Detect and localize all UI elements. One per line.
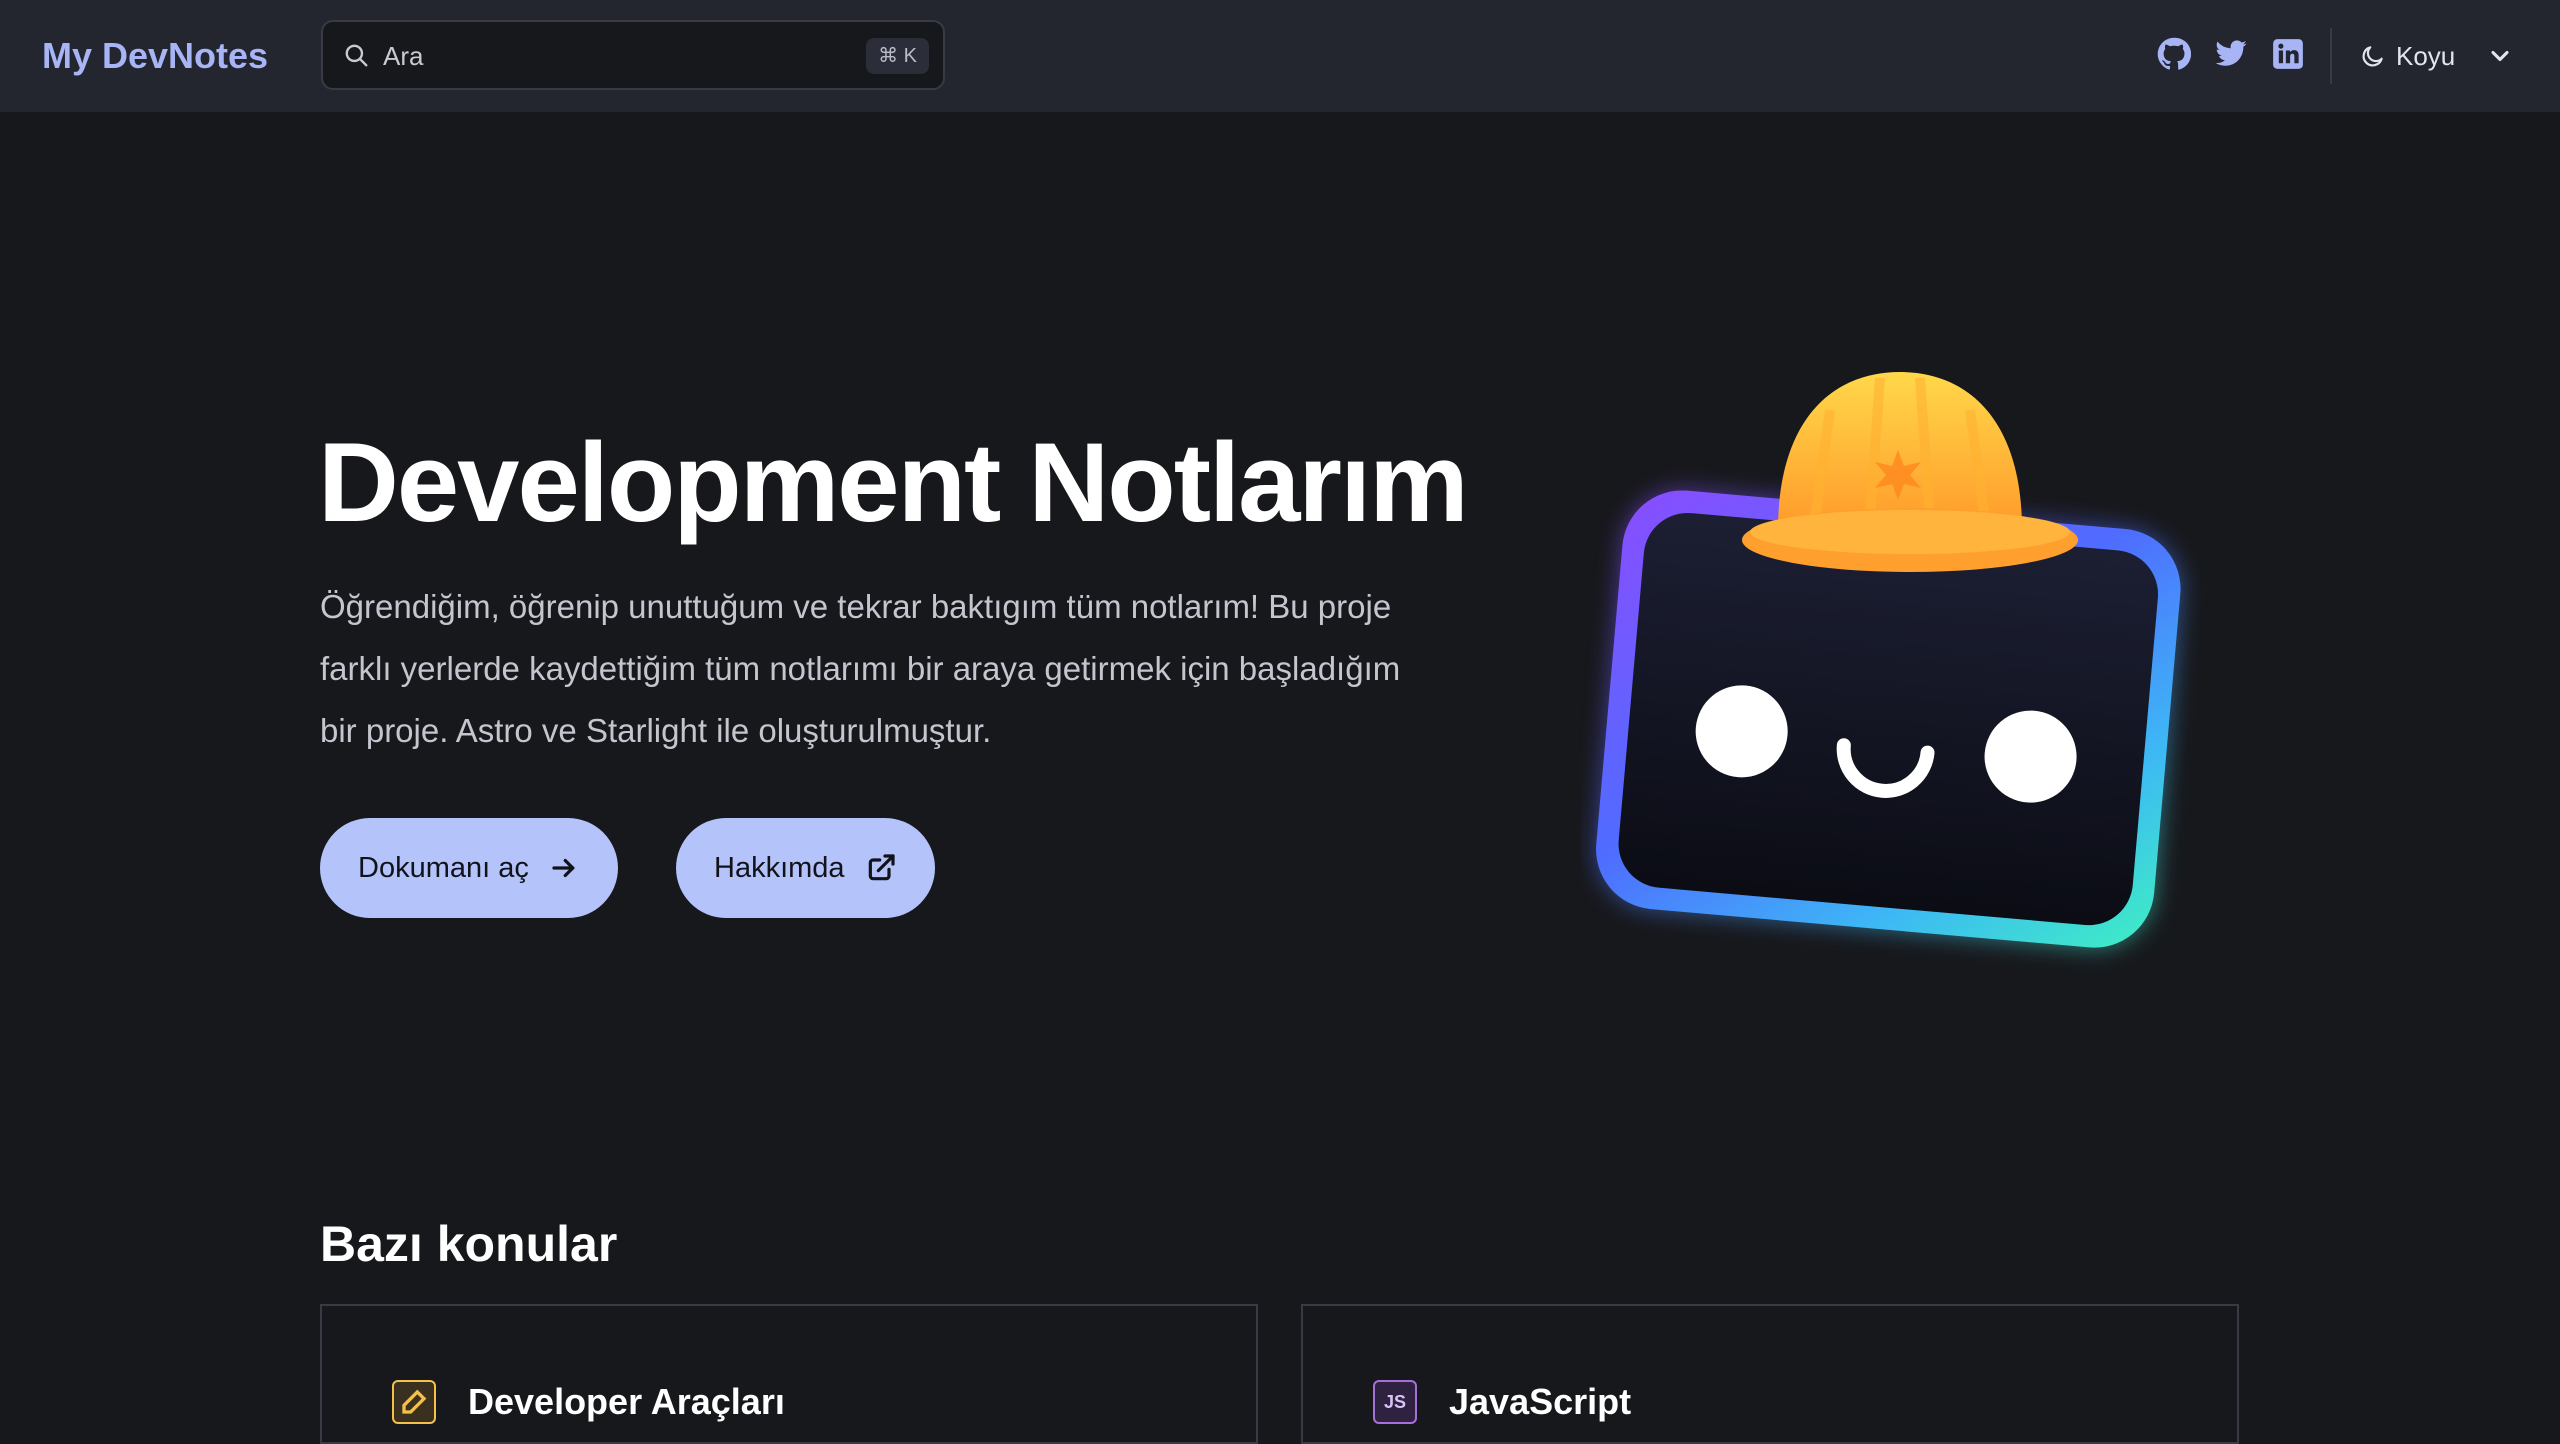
- hero-tagline: Öğrendiğim, öğrenip unuttuğum ve tekrar …: [320, 588, 1401, 749]
- site-title-link[interactable]: My DevNotes: [42, 30, 268, 82]
- search-button[interactable]: Ara ⌘ K: [321, 20, 945, 90]
- linkedin-icon: [2273, 39, 2303, 69]
- moon-icon: [2362, 46, 2383, 67]
- topic-card-developer-tools[interactable]: Developer Araçları: [320, 1304, 1258, 1444]
- search-shortcut: ⌘ K: [866, 38, 929, 74]
- topic-card-javascript[interactable]: JS JavaScript: [1301, 1304, 2239, 1444]
- header-divider: [2330, 28, 2332, 84]
- pencil-icon: [392, 1380, 436, 1424]
- hero-mascot-image: [1596, 372, 2181, 948]
- github-link[interactable]: [2157, 37, 2192, 71]
- about-label: Hakkımda: [714, 851, 845, 884]
- search-placeholder: Ara: [383, 41, 424, 71]
- external-link-icon: [868, 854, 895, 881]
- twitter-link[interactable]: [2214, 37, 2248, 71]
- open-docs-button[interactable]: Dokumanı aç: [320, 818, 618, 918]
- topic-card-title: JavaScript: [1449, 1381, 1632, 1422]
- topic-card-title: Developer Araçları: [468, 1381, 785, 1422]
- topics-section-title: Bazı konular: [320, 1216, 618, 1272]
- js-icon-text: JS: [1383, 1392, 1407, 1412]
- js-icon: JS: [1373, 1380, 1417, 1424]
- about-button[interactable]: Hakkımda: [676, 818, 935, 918]
- theme-select[interactable]: Koyu: [2360, 36, 2455, 76]
- chevron-down-icon[interactable]: [2486, 42, 2514, 70]
- theme-select-value: Koyu: [2396, 40, 2456, 71]
- github-icon: [2157, 37, 2192, 70]
- linkedin-link[interactable]: [2271, 37, 2305, 71]
- site-header: My DevNotes Ara ⌘ K Koyu: [0, 0, 2560, 112]
- open-docs-label: Dokumanı aç: [358, 851, 529, 884]
- arrow-right-icon: [552, 858, 575, 878]
- twitter-icon: [2215, 40, 2247, 66]
- search-icon: [345, 44, 368, 67]
- hero-title: Development Notlarım: [318, 420, 1469, 545]
